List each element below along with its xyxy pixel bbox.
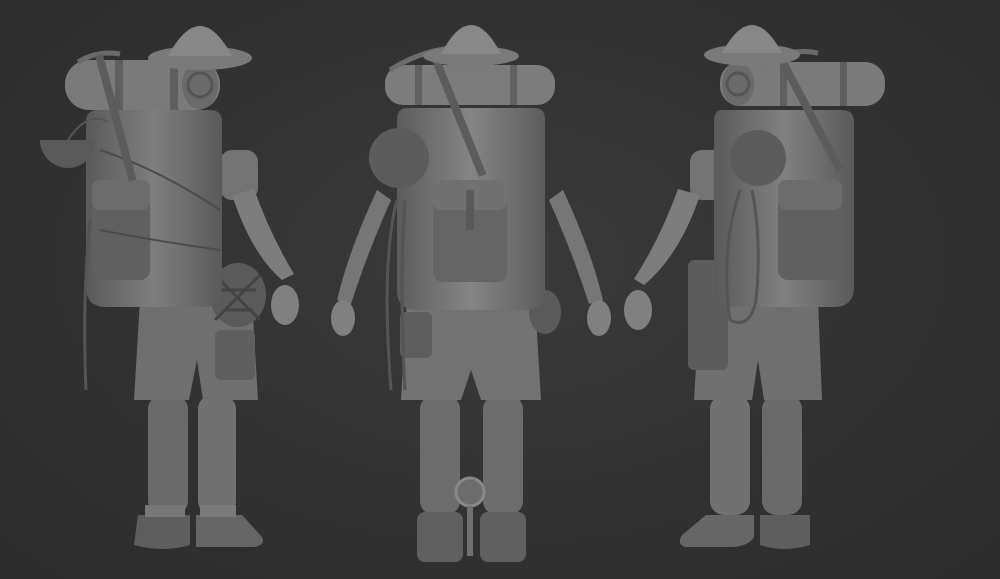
helmet-bowl (730, 130, 786, 186)
rope (385, 199, 407, 391)
pouch (215, 330, 255, 380)
bedroll (385, 65, 555, 105)
render-viewport (0, 0, 1000, 579)
pith-helmet (423, 25, 519, 66)
pith-helmet (148, 26, 252, 70)
backpack (86, 110, 222, 307)
boots (134, 505, 263, 549)
legs (710, 395, 802, 515)
rope (83, 219, 92, 391)
boots (679, 515, 810, 549)
explorer-figure-left (40, 26, 299, 549)
explorer-figure-right (624, 25, 885, 549)
pith-helmet (704, 25, 800, 66)
helmet-bowl (369, 128, 429, 188)
explorer-figure-back (331, 25, 611, 562)
legs (148, 395, 236, 515)
